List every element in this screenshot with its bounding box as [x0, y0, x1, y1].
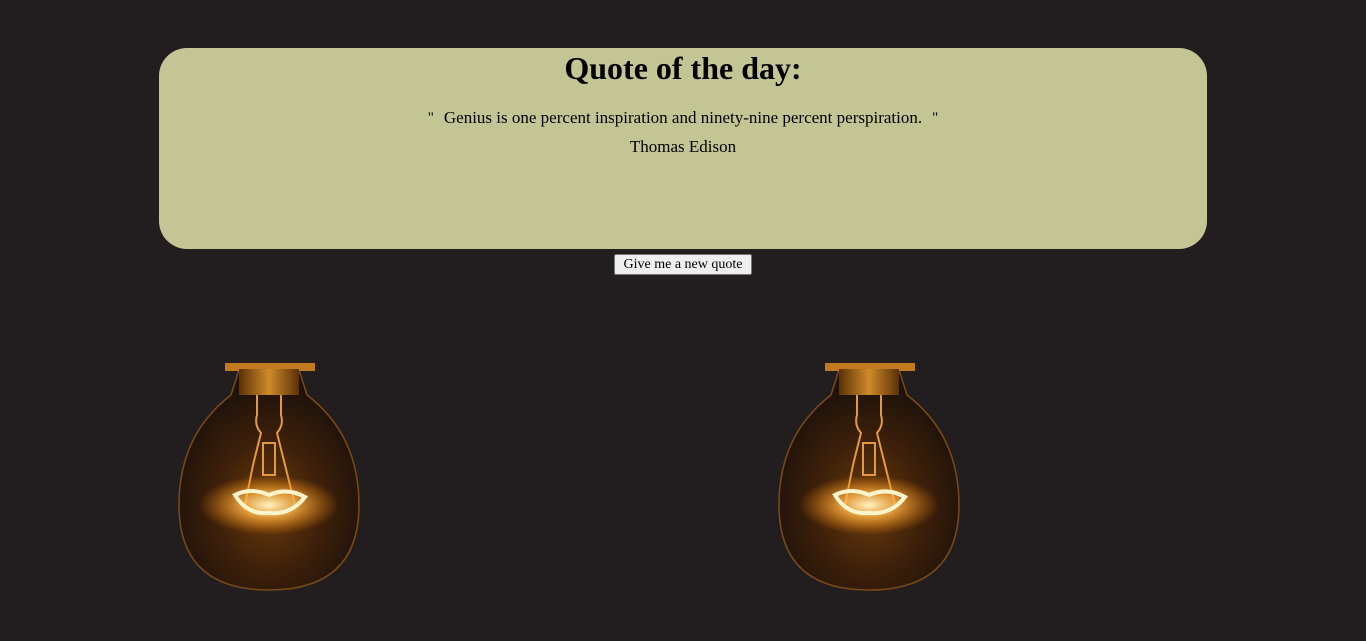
lightbulb-icon [178, 363, 360, 591]
new-quote-button[interactable]: Give me a new quote [614, 254, 752, 275]
quote-line: " Genius is one percent inspiration and n… [159, 108, 1207, 128]
lightbulb-icon [778, 363, 960, 591]
page: Quote of the day: " Genius is one percent… [0, 0, 1366, 641]
quote-heading: Quote of the day: [564, 50, 802, 86]
quote-author: Thomas Edison [629, 137, 737, 156]
quote-text: Genius is one percent inspiration and ni… [443, 108, 923, 127]
quote-card: Quote of the day: " Genius is one percent… [159, 48, 1207, 249]
open-quote-mark: " [427, 110, 434, 126]
close-quote-mark: " [932, 110, 939, 126]
